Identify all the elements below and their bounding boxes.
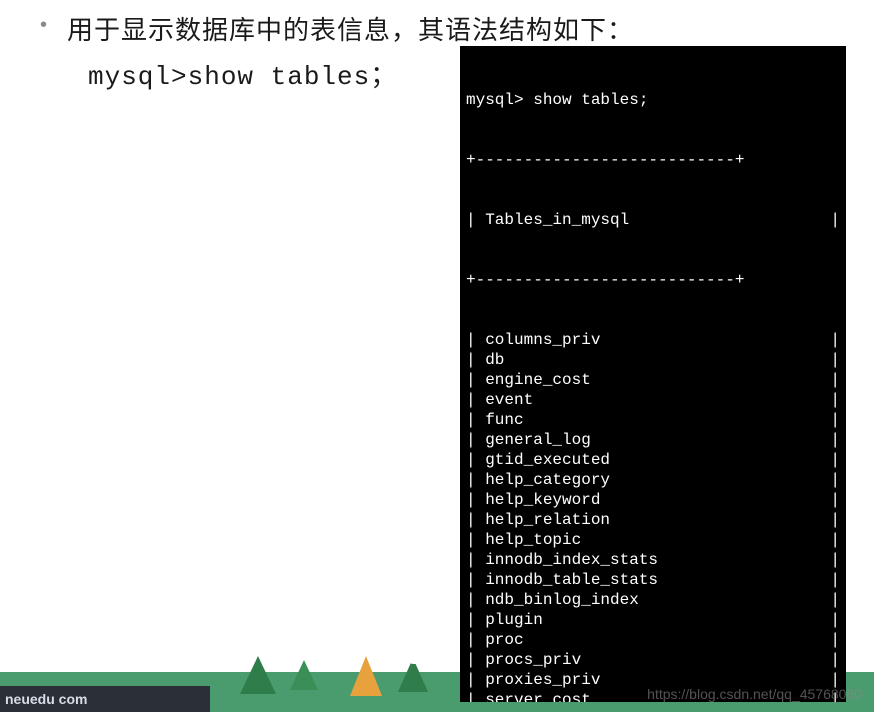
table-cell: | engine_cost <box>466 370 591 390</box>
bullet-line: • 用于显示数据库中的表信息，其语法结构如下： <box>40 10 874 47</box>
terminal-pipe: | <box>830 570 840 590</box>
tree-icon <box>290 660 318 690</box>
terminal-pipe: | <box>830 430 840 450</box>
table-row: | event | <box>466 390 840 410</box>
table-row: | help_category | <box>466 470 840 490</box>
table-row: | gtid_executed | <box>466 450 840 470</box>
terminal-pipe: | <box>830 390 840 410</box>
bullet-icon: • <box>40 10 47 40</box>
table-cell: | server_cost <box>466 690 591 702</box>
table-row: | innodb_table_stats | <box>466 570 840 590</box>
terminal-pipe: | <box>830 630 840 650</box>
cloud-icon <box>405 646 439 664</box>
terminal-pipe: | <box>830 490 840 510</box>
table-cell: | plugin <box>466 610 543 630</box>
table-cell: | procs_priv <box>466 650 581 670</box>
table-cell: | innodb_index_stats <box>466 550 658 570</box>
terminal-pipe: | <box>830 530 840 550</box>
terminal-pipe: | <box>830 550 840 570</box>
table-cell: | help_keyword <box>466 490 600 510</box>
table-cell: | help_topic <box>466 530 581 550</box>
terminal-header-cell: | Tables_in_mysql <box>466 210 629 230</box>
tree-icon <box>350 656 382 696</box>
watermark-text: https://blog.csdn.net/qq_45768060 <box>647 686 862 702</box>
table-row: | db | <box>466 350 840 370</box>
table-cell: | help_relation <box>466 510 610 530</box>
terminal-divider: +---------------------------+ <box>466 270 840 290</box>
terminal-pipe: | <box>830 410 840 430</box>
terminal-table-body: | columns_priv|| db|| engine_cost|| even… <box>466 330 840 702</box>
terminal-pipe: | <box>830 510 840 530</box>
table-cell: | proxies_priv <box>466 670 600 690</box>
table-cell: | ndb_binlog_index <box>466 590 639 610</box>
table-row: | help_keyword | <box>466 490 840 510</box>
terminal-prompt: mysql> show tables; <box>466 90 840 110</box>
table-cell: | general_log <box>466 430 591 450</box>
table-row: | ndb_binlog_index | <box>466 590 840 610</box>
table-cell: | innodb_table_stats <box>466 570 658 590</box>
terminal-pipe: | <box>830 610 840 630</box>
footer-brand: neuedu com <box>0 686 210 712</box>
terminal-pipe: | <box>830 350 840 370</box>
terminal-pipe: | <box>830 210 840 230</box>
terminal-pipe: | <box>830 370 840 390</box>
brand-text: neuedu com <box>5 691 87 707</box>
terminal-output: mysql> show tables; +-------------------… <box>460 46 846 702</box>
terminal-header-row: | Tables_in_mysql | <box>466 210 840 230</box>
terminal-divider: +---------------------------+ <box>466 150 840 170</box>
table-cell: | proc <box>466 630 524 650</box>
terminal-pipe: | <box>830 330 840 350</box>
table-row: | procs_priv | <box>466 650 840 670</box>
table-row: | help_relation | <box>466 510 840 530</box>
table-row: | plugin | <box>466 610 840 630</box>
table-row: | func | <box>466 410 840 430</box>
table-row: | columns_priv | <box>466 330 840 350</box>
table-row: | proc | <box>466 630 840 650</box>
description-text: 用于显示数据库中的表信息，其语法结构如下： <box>67 10 634 47</box>
table-cell: | db <box>466 350 504 370</box>
terminal-pipe: | <box>830 590 840 610</box>
terminal-pipe: | <box>830 470 840 490</box>
table-cell: | help_category <box>466 470 610 490</box>
table-row: | general_log | <box>466 430 840 450</box>
table-cell: | event <box>466 390 533 410</box>
table-row: | innodb_index_stats | <box>466 550 840 570</box>
table-cell: | columns_priv <box>466 330 600 350</box>
table-row: | engine_cost | <box>466 370 840 390</box>
terminal-pipe: | <box>830 450 840 470</box>
table-cell: | func <box>466 410 524 430</box>
table-row: | help_topic | <box>466 530 840 550</box>
table-cell: | gtid_executed <box>466 450 610 470</box>
tree-icon <box>240 656 276 694</box>
terminal-pipe: | <box>830 650 840 670</box>
